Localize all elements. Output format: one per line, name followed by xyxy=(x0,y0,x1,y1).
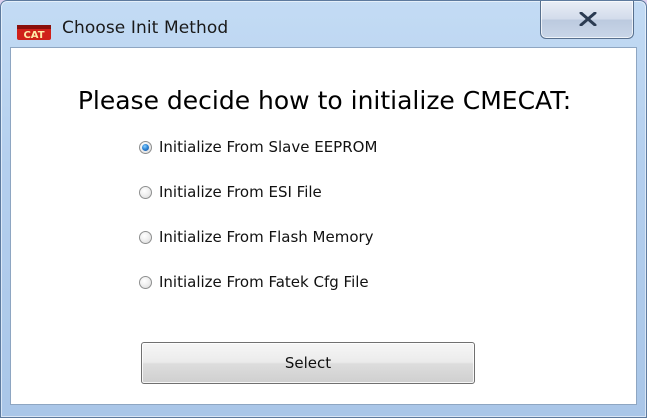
dialog-content: Please decide how to initialize CMECAT: … xyxy=(10,47,637,405)
cat-app-icon: CAT xyxy=(17,25,51,40)
radio-button[interactable] xyxy=(139,141,152,154)
select-button[interactable]: Select xyxy=(141,342,475,384)
option-label: Initialize From ESI File xyxy=(159,183,322,201)
option-label: Initialize From Flash Memory xyxy=(159,228,374,246)
radio-button[interactable] xyxy=(139,231,152,244)
option-label: Initialize From Slave EEPROM xyxy=(159,138,378,156)
select-button-label: Select xyxy=(284,354,332,372)
dialog-window: CAT Choose Init Method Please decide how… xyxy=(0,0,647,418)
radio-button[interactable] xyxy=(139,186,152,199)
close-button[interactable] xyxy=(540,1,634,39)
radio-button[interactable] xyxy=(139,276,152,289)
option-label: Initialize From Fatek Cfg File xyxy=(159,273,369,291)
window-title: Choose Init Method xyxy=(62,18,229,38)
title-bar[interactable]: CAT Choose Init Method xyxy=(1,1,646,40)
close-icon xyxy=(579,12,597,26)
prompt-heading: Please decide how to initialize CMECAT: xyxy=(77,86,572,115)
app-icon-text: CAT xyxy=(23,30,44,40)
